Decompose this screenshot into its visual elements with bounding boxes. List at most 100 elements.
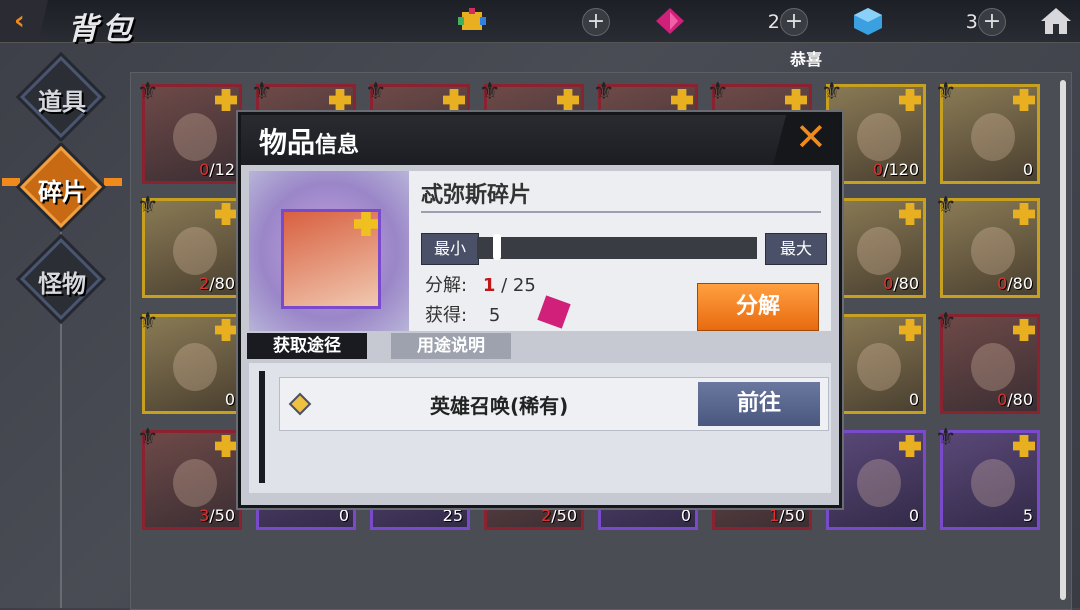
puzzle-badge-icon <box>215 89 237 111</box>
nav-tab-label: 道具 <box>38 88 86 116</box>
pink-crystal-icon <box>656 8 684 34</box>
max-button[interactable]: 最大 <box>765 233 827 265</box>
fragment-count-max: /12 <box>209 160 235 179</box>
fragment-count: 2/50 <box>541 506 577 525</box>
faction-emblem-icon: ⚜ <box>137 423 159 451</box>
decompose-total: / 25 <box>501 275 536 296</box>
item-name: 忒弥斯碎片 <box>421 183 532 208</box>
fragment-count-current: 1 <box>769 506 780 525</box>
fragment-count-max: /80 <box>209 274 235 293</box>
decompose-button[interactable]: 分解 <box>697 283 819 331</box>
fragment-count-current: 3 <box>199 506 210 525</box>
fragment-count: 0 <box>681 506 691 525</box>
item-portrait <box>281 209 381 309</box>
resource-cube: 300 + <box>852 6 1012 36</box>
decompose-amount: 分解: 1 / 25 <box>425 271 536 297</box>
modal-title-main: 物品 <box>259 126 316 159</box>
tab-usage[interactable]: 用途说明 <box>391 333 511 359</box>
faction-emblem-icon: ⚜ <box>821 77 843 105</box>
hero-portrait <box>857 459 901 507</box>
faction-emblem-icon: ⚜ <box>935 191 957 219</box>
nav-tab-fragments[interactable]: 碎片 <box>2 145 122 229</box>
puzzle-badge-icon <box>899 319 921 341</box>
puzzle-badge-icon <box>354 212 378 236</box>
back-arrow-icon: ‹ <box>14 6 25 36</box>
nav-tab-label: 碎片 <box>38 178 86 206</box>
hero-portrait <box>971 227 1015 275</box>
fragment-count-current: 0 <box>908 390 919 409</box>
obtain-label: 获得: <box>425 305 468 326</box>
resource-puzzle: 15 + <box>456 6 616 36</box>
add-puzzle-button[interactable]: + <box>582 8 610 36</box>
slider-knob[interactable] <box>493 234 502 260</box>
fragment-card[interactable]: ⚜0 <box>137 307 242 414</box>
home-icon[interactable] <box>1040 6 1072 36</box>
back-button[interactable]: ‹ <box>0 0 48 42</box>
toast-text: 恭喜 <box>790 50 823 69</box>
nav-tab-monsters[interactable]: 怪物 <box>19 237 103 321</box>
faction-emblem-icon: ⚜ <box>935 423 957 451</box>
puzzle-badge-icon <box>899 435 921 457</box>
fragment-count-max: /50 <box>779 506 805 525</box>
puzzle-badge-icon <box>1013 319 1035 341</box>
fragment-card[interactable]: ⚜0 <box>935 77 1040 184</box>
fragment-card[interactable]: ⚜ 0/80 <box>935 307 1040 414</box>
hero-portrait <box>857 227 901 275</box>
amount-slider[interactable] <box>477 234 757 260</box>
close-button[interactable]: ✕ <box>773 115 839 165</box>
fragment-count-max: /50 <box>551 506 577 525</box>
puzzle-badge-icon <box>215 319 237 341</box>
go-button[interactable]: 前往 <box>698 382 820 426</box>
faction-emblem-icon: ⚜ <box>479 77 501 105</box>
fragment-count-current: 2 <box>541 506 552 525</box>
add-cube-button[interactable]: + <box>978 8 1006 36</box>
fragment-count: 0/80 <box>997 274 1033 293</box>
fragment-count: 0/12 <box>199 160 235 179</box>
min-button[interactable]: 最小 <box>421 233 479 265</box>
fragment-card[interactable]: ⚜ 5 <box>935 423 1040 530</box>
fragment-count-max: /80 <box>1007 390 1033 409</box>
portrait-background <box>249 171 409 331</box>
fragment-card[interactable]: ⚜ 0/12 <box>137 77 242 184</box>
hero-portrait <box>173 459 217 507</box>
fragment-count-max: /50 <box>209 506 235 525</box>
nav-wing-right <box>104 178 122 186</box>
puzzle-badge-icon <box>899 89 921 111</box>
fragment-count-current: 0 <box>872 160 884 179</box>
fragment-card[interactable]: ⚜ 3/50 <box>137 423 242 530</box>
fragment-count: 0/120 <box>873 160 919 179</box>
list-scrollbar[interactable] <box>259 371 265 483</box>
fragment-count-current: 0 <box>997 274 1008 293</box>
fragment-count: 0 <box>909 506 919 525</box>
fragment-count-max: /80 <box>1007 274 1033 293</box>
fragment-count-current: 25 <box>442 506 463 525</box>
close-icon: ✕ <box>795 115 827 159</box>
hero-portrait <box>173 343 217 391</box>
puzzle-badge-icon <box>785 89 807 111</box>
modal-title: 物品信息 <box>259 121 359 161</box>
add-crystal-button[interactable]: + <box>780 8 808 36</box>
fragment-count: 5 <box>1023 506 1033 525</box>
faction-emblem-icon: ⚜ <box>935 307 957 335</box>
top-bar: ‹ 背包 15 + 235 + 300 + <box>0 0 1080 47</box>
hero-portrait <box>971 459 1015 507</box>
fragment-count-current: 0 <box>199 160 210 179</box>
source-name: 英雄召唤(稀有) <box>430 394 569 418</box>
nav-tab-items[interactable]: 道具 <box>19 55 103 139</box>
fragment-card[interactable]: ⚜ 2/80 <box>137 191 242 298</box>
diamond-icon <box>288 392 312 416</box>
tab-source[interactable]: 获取途径 <box>247 333 367 359</box>
modal-title-sub: 信息 <box>315 133 360 158</box>
grid-scrollbar[interactable] <box>1060 80 1066 600</box>
puzzle-badge-icon <box>671 89 693 111</box>
faction-emblem-icon: ⚜ <box>935 77 957 105</box>
decompose-current: 1 <box>482 275 496 296</box>
fragment-card[interactable]: ⚜ 0/80 <box>935 191 1040 298</box>
faction-emblem-icon: ⚜ <box>137 307 159 335</box>
page-title: 背包 <box>68 12 136 47</box>
fragment-count-max: /120 <box>883 160 919 179</box>
source-list: 英雄召唤(稀有) 前往 <box>249 363 831 493</box>
item-info-modal: 物品信息 ✕ 忒弥斯碎片 最小 最大 分解: 1 / 25 获得: 5 分解 获… <box>238 112 842 508</box>
puzzle-badge-icon <box>1013 89 1035 111</box>
faction-emblem-icon: ⚜ <box>707 77 729 105</box>
